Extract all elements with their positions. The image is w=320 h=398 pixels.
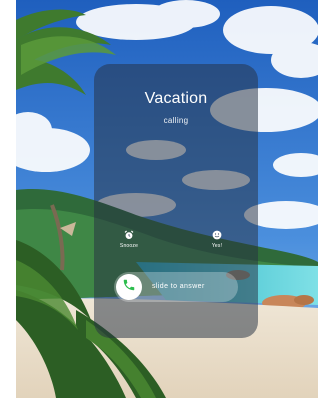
slide-to-answer-label: slide to answer xyxy=(152,283,205,290)
slide-to-answer-slider[interactable]: slide to answer xyxy=(114,272,238,302)
smile-icon xyxy=(212,229,223,240)
call-status: calling xyxy=(163,116,189,125)
incoming-call-card: Vacation calling Snooze Yes! slide to an… xyxy=(94,64,258,338)
phone-screen: Vacation calling Snooze Yes! slide to an… xyxy=(16,0,318,398)
snooze-label: Snooze xyxy=(119,243,139,249)
phone-icon xyxy=(122,278,136,297)
yes-label: Yes! xyxy=(211,243,223,249)
caller-name: Vacation xyxy=(144,90,208,107)
answer-knob[interactable] xyxy=(116,274,142,300)
yes-button[interactable]: Yes! xyxy=(197,229,237,249)
alarm-clock-icon xyxy=(124,229,135,240)
snooze-button[interactable]: Snooze xyxy=(109,229,149,249)
